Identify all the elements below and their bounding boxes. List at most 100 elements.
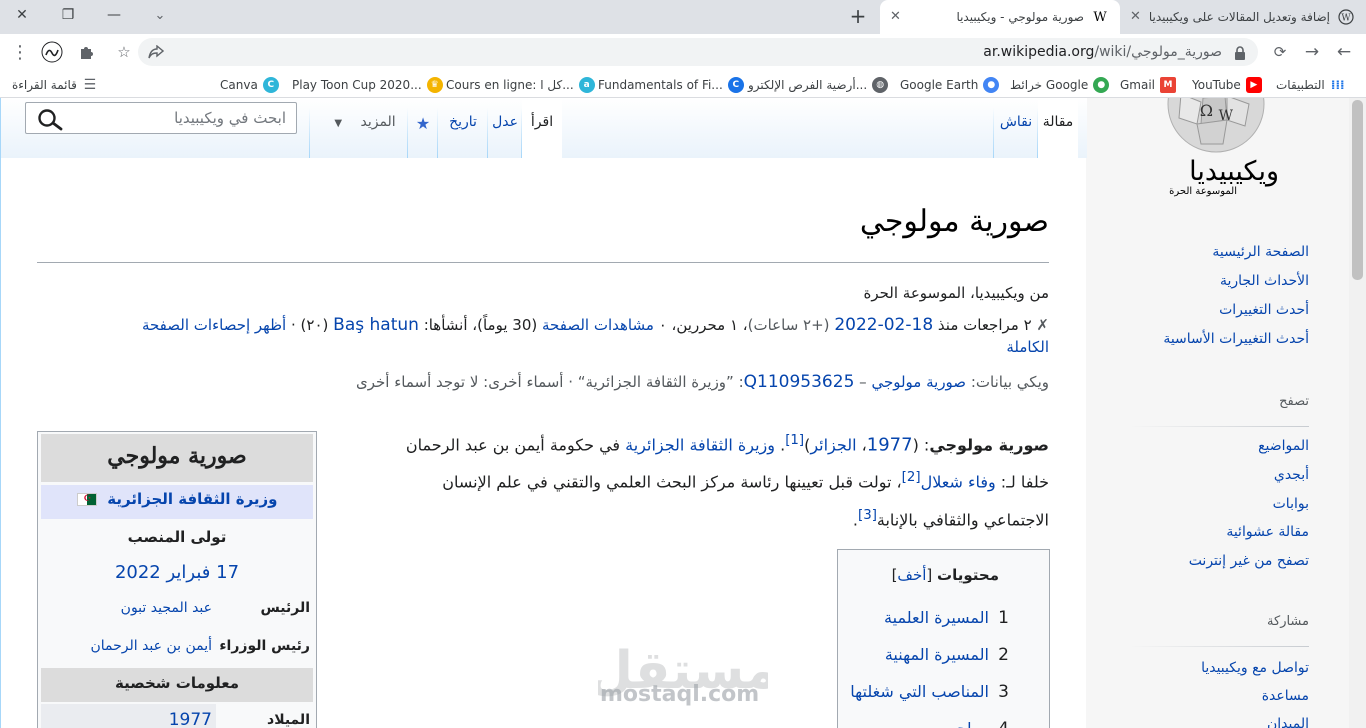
search-icon[interactable] bbox=[38, 109, 64, 135]
infobox-title: صورية مولوجي bbox=[41, 434, 313, 482]
forward-arrow-icon[interactable]: → bbox=[1300, 40, 1324, 64]
sidebar-item-offline[interactable]: تصفح من غير إنترنت bbox=[1189, 553, 1309, 569]
infobox-office-link[interactable]: وزيرة الثقافة الجزائرية bbox=[107, 490, 277, 508]
reference-link[interactable]: [1] bbox=[785, 433, 804, 448]
stats-date-link[interactable]: 18-02-2022 bbox=[834, 315, 933, 335]
bookmark-apps[interactable]: التطبيقات ⁞⁞⁞ bbox=[1276, 76, 1351, 94]
back-arrow-icon[interactable]: ← bbox=[1332, 40, 1356, 64]
reference-link[interactable]: [2] bbox=[902, 470, 921, 485]
lock-icon[interactable] bbox=[1234, 45, 1246, 60]
toc-item-3[interactable]: المناصب التي شغلتها bbox=[850, 682, 989, 701]
page-views-link[interactable]: مشاهدات الصفحة bbox=[542, 316, 654, 334]
wikidata-id-link[interactable]: Q110953625 bbox=[744, 372, 855, 392]
close-window-icon[interactable]: ✕ bbox=[0, 0, 44, 30]
bookmark-cours[interactable]: Cours en ligne: كل ا... a bbox=[446, 76, 600, 94]
sidebar-item-portals[interactable]: بوابات bbox=[1273, 496, 1309, 512]
toc-number: 3 bbox=[998, 682, 1009, 702]
close-tab-icon[interactable]: ✕ bbox=[890, 9, 901, 24]
sidebar-item-contact[interactable]: تواصل مع ويكيبيديا bbox=[1201, 660, 1309, 676]
infobox-president: عبد المجيد تبون bbox=[121, 600, 212, 616]
infobox-personal-header: معلومات شخصية bbox=[41, 668, 313, 702]
minimize-window-icon[interactable]: — bbox=[92, 0, 136, 30]
birth-year-infobox-link[interactable]: 1977 bbox=[169, 710, 212, 728]
tab-talk[interactable]: نقاش bbox=[994, 100, 1038, 158]
office-link[interactable]: وزيرة الثقافة الجزائرية bbox=[625, 435, 775, 454]
term-date-link[interactable]: 17 فبراير 2022 bbox=[115, 562, 239, 583]
sidebar-item-current-events[interactable]: الأحداث الجارية bbox=[1220, 273, 1309, 289]
more-menu[interactable]: المزيد ▼ bbox=[332, 100, 398, 158]
restore-window-icon[interactable]: ❐ bbox=[46, 0, 90, 30]
sidebar-item-village-pump[interactable]: الميدان bbox=[1267, 716, 1309, 728]
sidebar-item-alphabetical[interactable]: أبجدي bbox=[1274, 467, 1309, 483]
tab-read[interactable]: اقرأ bbox=[522, 100, 562, 158]
youtube-icon: ▶ bbox=[1245, 77, 1262, 93]
vertical-scrollbar[interactable] bbox=[1349, 98, 1366, 728]
sidebar-item-main-page[interactable]: الصفحة الرئيسية bbox=[1212, 244, 1309, 260]
close-x-icon[interactable]: ✗ bbox=[1036, 316, 1049, 334]
search-placeholder: ابحث في ويكيبيديا bbox=[174, 109, 286, 127]
bookmark-youtube[interactable]: YouTube ▶ bbox=[1192, 76, 1267, 94]
search-input[interactable]: ابحث في ويكيبيديا bbox=[25, 102, 297, 134]
wikidata-line: ويكي بيانات: صورية مولوجي – Q110953625: … bbox=[355, 372, 1049, 392]
toc-item-1[interactable]: المسيرة العلمية bbox=[884, 608, 989, 627]
sidebar-item-topics[interactable]: المواضيع bbox=[1258, 438, 1309, 454]
title-divider bbox=[37, 262, 1049, 263]
toc-item-4[interactable]: مراجع bbox=[949, 719, 989, 728]
lead-paragraph-line-1: صورية مولوجي: (1977، الجزائر)[1]. وزيرة … bbox=[405, 433, 1049, 456]
birth-year-link[interactable]: 1977 bbox=[867, 434, 913, 455]
browser-tab[interactable]: W إضافة وتعديل المقالات على ويكيبيديا ✕ bbox=[1120, 0, 1366, 34]
wikidata-name-link[interactable]: صورية مولوجي bbox=[871, 373, 966, 391]
birthplace-link[interactable]: الجزائر bbox=[810, 435, 856, 454]
predecessor-link[interactable]: وفاء شعلال bbox=[921, 472, 996, 491]
bookmark-google-earth[interactable]: Google Earth ● bbox=[900, 76, 1004, 94]
page-title: صورية مولوجي bbox=[859, 204, 1049, 239]
tab-search-chevron-icon[interactable]: ⌄ bbox=[148, 4, 172, 26]
tab-history[interactable]: تاريخ bbox=[438, 100, 488, 158]
bookmark-fundamentals[interactable]: Fundamentals of Fi... C bbox=[598, 76, 749, 94]
wikipedia-globe-logo[interactable]: Ω W bbox=[1161, 98, 1271, 154]
address-bar[interactable]: ☆ ar.wikipedia.org/wiki/صورية_مولوجي bbox=[117, 38, 1258, 66]
apps-grid-icon: ⁞⁞⁞ bbox=[1330, 78, 1345, 92]
bookmark-gmail[interactable]: Gmail M bbox=[1120, 76, 1181, 94]
share-icon[interactable] bbox=[144, 40, 168, 64]
creator-link[interactable]: Baş hatun bbox=[333, 315, 419, 335]
wikipedia-tagline: الموسوعة الحرة bbox=[1169, 186, 1237, 197]
extensions-puzzle-icon[interactable] bbox=[74, 40, 98, 64]
sidebar-heading-participate[interactable]: مشاركة bbox=[1267, 614, 1309, 629]
pm-link[interactable]: أيمن بن عبد الرحمان bbox=[90, 638, 212, 654]
browser-tab-active[interactable]: W صورية مولوجي - ويكيبيديا ✕ bbox=[880, 0, 1120, 34]
bookmark-opportunities[interactable]: أرضية الفرص الإلكترو... ◍ bbox=[748, 76, 893, 94]
toc-hide-link[interactable]: أخف bbox=[897, 566, 926, 584]
scrollbar-thumb[interactable] bbox=[1352, 100, 1363, 280]
show-stats-link-cont[interactable]: الكاملة bbox=[1006, 338, 1049, 356]
sidebar-item-core-changes[interactable]: أحدث التغييرات الأساسية bbox=[1163, 331, 1309, 347]
wikipedia-favicon-icon: W bbox=[1338, 9, 1354, 25]
toc-item-2[interactable]: المسيرة المهنية bbox=[885, 645, 989, 664]
menu-kebab-icon[interactable]: ⋮ bbox=[8, 40, 32, 64]
reload-icon[interactable]: ⟳ bbox=[1268, 40, 1292, 64]
sidebar-item-recent-changes[interactable]: أحدث التغييرات bbox=[1219, 302, 1309, 318]
tab-edit[interactable]: عدل bbox=[488, 100, 522, 158]
sidebar-heading-browse[interactable]: تصفح bbox=[1279, 394, 1309, 409]
svg-text:W: W bbox=[1219, 108, 1234, 124]
bookmark-star-icon[interactable]: ☆ bbox=[112, 40, 136, 64]
sidebar-item-random[interactable]: مقالة عشوائية bbox=[1226, 524, 1309, 540]
close-tab-icon[interactable]: ✕ bbox=[1130, 9, 1141, 24]
page-stats-line-2: الكاملة bbox=[1006, 338, 1049, 356]
watch-star-icon[interactable]: ★ bbox=[408, 100, 438, 158]
sidebar-item-help[interactable]: مساعدة bbox=[1262, 688, 1309, 704]
globe-icon: ◍ bbox=[872, 77, 889, 93]
reference-link[interactable]: [3] bbox=[858, 508, 877, 523]
profile-avatar[interactable] bbox=[40, 40, 64, 64]
bookmark-google-maps[interactable]: خرائط Google ● bbox=[1010, 76, 1114, 94]
tab-article[interactable]: مقالة bbox=[1038, 100, 1078, 158]
president-link[interactable]: عبد المجيد تبون bbox=[121, 600, 212, 616]
new-tab-button[interactable]: + bbox=[846, 4, 870, 28]
show-stats-link[interactable]: أظهر إحصاءات الصفحة bbox=[142, 316, 286, 334]
bookmark-canva[interactable]: Canva C bbox=[220, 76, 284, 94]
wikipedia-wordmark[interactable]: ويكيبيديا bbox=[1189, 156, 1279, 187]
bookmark-reading-list[interactable]: قائمة القراءة ☰ bbox=[12, 76, 103, 94]
article-content: مقالة نقاش اقرأ عدل تاريخ ★ المزيد ▼ ابح… bbox=[0, 98, 1087, 728]
bookmark-play-toon[interactable]: Play Toon Cup 2020... ♛ bbox=[292, 76, 448, 94]
page-viewport[interactable]: Ω W ويكيبيديا الموسوعة الحرة الصفحة الرئ… bbox=[0, 98, 1366, 728]
